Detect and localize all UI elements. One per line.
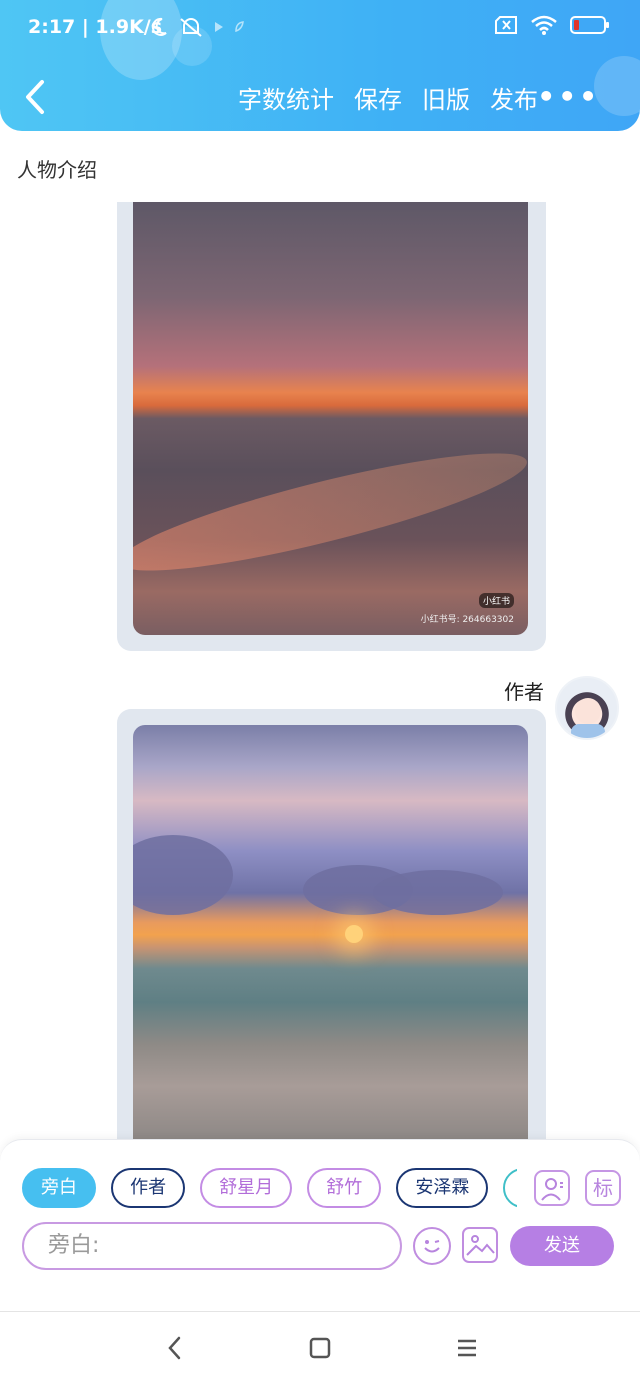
photo-sun-decor [345, 925, 363, 943]
system-navigation-bar [0, 1311, 640, 1387]
battery-icon [570, 16, 609, 34]
leaf-icon [235, 21, 244, 33]
old-version-button[interactable]: 旧版 [422, 80, 470, 115]
role-chip-author[interactable]: 作者 [111, 1168, 186, 1208]
moon-icon [151, 17, 167, 36]
role-chip-narration[interactable]: 旁白 [22, 1168, 96, 1208]
role-chip-shu-zhu[interactable]: 舒竹 [307, 1168, 382, 1208]
mute-bell-icon [180, 18, 202, 37]
compose-panel: 旁白 作者 舒星月 舒竹 安泽霖 标 旁白: 发送 [0, 1139, 640, 1311]
more-icon[interactable]: ••• [537, 80, 600, 113]
image-message-2[interactable] [117, 709, 546, 1145]
section-title: 人物介绍 [17, 158, 97, 182]
decor-bubble [100, 0, 182, 80]
send-button[interactable]: 发送 [510, 1226, 614, 1266]
sunset-beach-photo[interactable]: 小红书 小红书号: 264663302 [133, 202, 528, 635]
back-arrow-icon[interactable] [22, 78, 48, 116]
tag-button[interactable]: 标 [585, 1170, 621, 1206]
ocean-sunset-photo[interactable] [133, 725, 528, 1145]
image-message-1[interactable]: 小红书 小红书号: 264663302 [117, 202, 546, 651]
header-actions: 字数统计 保存 旧版 发布 [238, 80, 538, 115]
app-header: 2:17 | 1.9K/s 字数统计 保存 旧版 发布 ••• [0, 0, 640, 131]
speaker-name: 作者 [504, 680, 544, 704]
picture-icon [466, 1235, 495, 1256]
person-icon [541, 1178, 563, 1201]
avatar-collar [571, 724, 605, 738]
sim-x-icon [495, 16, 517, 34]
avatar-face [575, 698, 601, 724]
photo-cloud-decor [373, 870, 503, 915]
system-home-icon[interactable] [309, 1334, 331, 1362]
photo-wave-decor [133, 432, 528, 592]
system-back-icon[interactable] [166, 1334, 182, 1362]
role-chip-shu-xingyue[interactable]: 舒星月 [200, 1168, 293, 1208]
watermark-tag: 小红书 [478, 593, 514, 608]
save-button[interactable]: 保存 [354, 80, 402, 115]
smile-face-icon [424, 1240, 440, 1253]
word-count-button[interactable]: 字数统计 [238, 80, 334, 115]
emoji-icon[interactable] [413, 1227, 451, 1265]
watermark-text: 小红书号: 264663302 [420, 615, 514, 625]
role-chip-an-zelin[interactable]: 安泽霖 [396, 1168, 489, 1208]
play-small-icon [215, 22, 223, 32]
image-upload-icon[interactable] [462, 1227, 498, 1263]
status-time: 2:17 | 1.9K/s [28, 16, 163, 38]
system-menu-icon[interactable] [456, 1334, 478, 1362]
message-input[interactable]: 旁白: [22, 1222, 402, 1270]
decor-bubble [594, 56, 640, 116]
role-chips: 旁白 作者 舒星月 舒竹 安泽霖 [22, 1168, 517, 1210]
publish-button[interactable]: 发布 [490, 80, 538, 115]
photo-cloud-decor [133, 835, 233, 915]
status-icons-left [150, 16, 244, 38]
photo-watermark: 小红书 小红书号: 264663302 [421, 593, 514, 625]
wifi-icon [531, 15, 557, 35]
role-chip-partial[interactable] [503, 1168, 517, 1208]
avatar[interactable] [555, 676, 619, 740]
character-icon[interactable] [534, 1170, 570, 1206]
status-icons-right [494, 14, 610, 36]
